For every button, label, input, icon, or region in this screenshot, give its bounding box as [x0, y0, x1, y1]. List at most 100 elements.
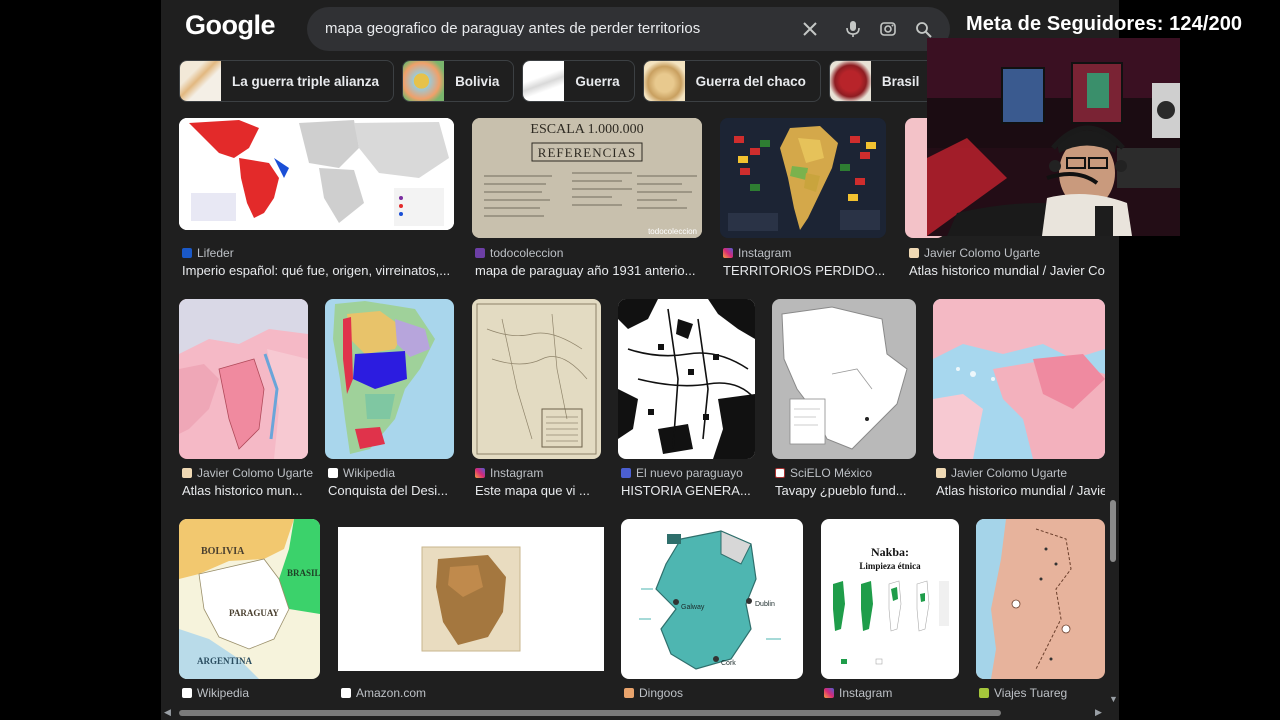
chip-label: Brasil: [881, 73, 920, 89]
instagram-favicon: [475, 468, 485, 478]
result-title[interactable]: TERRITORIOS PERDIDO...: [723, 263, 889, 278]
colomo-favicon: [909, 248, 919, 258]
chip-brasil[interactable]: Brasil: [828, 60, 935, 102]
lens-camera-icon[interactable]: [875, 16, 901, 42]
scrollbar-thumb[interactable]: [179, 710, 1001, 716]
result-title[interactable]: Este mapa que vi ...: [475, 483, 603, 498]
map-label-argentina: ARGENTINA: [197, 656, 253, 666]
result-image[interactable]: [472, 299, 601, 459]
source-label: El nuevo paraguayo: [636, 466, 743, 480]
source-label: SciELO México: [790, 466, 873, 480]
scrollbar-thumb[interactable]: [1110, 500, 1116, 562]
result-source[interactable]: Wikipedia: [328, 466, 395, 480]
result-title[interactable]: Atlas historico mundial / Javier Col: [909, 263, 1105, 278]
source-label: Wikipedia: [343, 466, 396, 480]
map-scale-text: ESCALA 1.000.000: [530, 122, 643, 137]
chip-triple-alianza[interactable]: La guerra triple alianza: [179, 60, 395, 102]
result-title[interactable]: Atlas historico mundial / Javie: [936, 483, 1105, 498]
chip-thumbnail: [643, 61, 685, 101]
clear-icon[interactable]: [797, 16, 823, 42]
result-image[interactable]: [933, 299, 1105, 459]
result-source[interactable]: Amazon.com: [341, 686, 426, 700]
google-logo[interactable]: Google: [185, 10, 276, 41]
chip-thumbnail: [523, 61, 565, 101]
instagram-favicon: [723, 248, 733, 258]
result-image[interactable]: [338, 527, 604, 671]
chip-label: Bolivia: [455, 73, 500, 89]
viajes-tuareg-favicon: [979, 688, 989, 698]
result-image[interactable]: [772, 299, 916, 459]
result-title[interactable]: Imperio español: qué fue, origen, virrei…: [182, 263, 457, 278]
screen: Google mapa geografico de paraguay antes…: [0, 0, 1280, 720]
chip-thumbnail: [829, 61, 871, 101]
result-source[interactable]: Wikipedia: [182, 686, 249, 700]
chip-label: Guerra del chaco: [695, 73, 806, 89]
result-source[interactable]: SciELO México: [775, 466, 872, 480]
result-image[interactable]: [179, 299, 308, 459]
search-input[interactable]: mapa geografico de paraguay antes de per…: [325, 20, 700, 37]
scroll-right-arrow-icon[interactable]: ▶: [1095, 707, 1102, 718]
result-title[interactable]: mapa de paraguay año 1931 anterio...: [475, 263, 703, 278]
horizontal-scrollbar[interactable]: ◀ ▶: [161, 706, 1107, 720]
source-label: Instagram: [839, 686, 893, 700]
result-source[interactable]: Instagram: [475, 466, 543, 480]
watermark-text: todocoleccion: [648, 227, 697, 236]
result-image[interactable]: [720, 118, 886, 238]
result-image[interactable]: BOLIVIA BRASIL PARAGUAY ARGENTINA: [179, 519, 320, 679]
wikipedia-favicon: [182, 688, 192, 698]
source-label: Viajes Tuareg: [994, 686, 1068, 700]
result-title[interactable]: Conquista del Desi...: [328, 483, 456, 498]
source-label: Dingoos: [639, 686, 684, 700]
nakba-title: Nakba:: [871, 545, 909, 559]
map-label-cork: Cork: [721, 660, 736, 667]
result-image[interactable]: ESCALA 1.000.000 REFERENCIAS todocolecci…: [472, 118, 702, 238]
chip-guerra[interactable]: Guerra: [522, 60, 635, 102]
result-image[interactable]: [618, 299, 755, 459]
result-title[interactable]: Atlas historico mun...: [182, 483, 310, 498]
source-label: Wikipedia: [197, 686, 250, 700]
result-source[interactable]: Dingoos: [624, 686, 683, 700]
dingoos-favicon: [624, 688, 634, 698]
result-source[interactable]: El nuevo paraguayo: [621, 466, 743, 480]
colomo-favicon: [936, 468, 946, 478]
result-source[interactable]: Instagram: [723, 246, 791, 260]
result-image[interactable]: Nakba: Limpieza étnica: [821, 519, 959, 679]
result-source[interactable]: Javier Colomo Ugarte: [182, 466, 313, 480]
follower-goal-text: Meta de Seguidores: 124/200: [966, 13, 1243, 35]
chip-guerra-del-chaco[interactable]: Guerra del chaco: [642, 60, 821, 102]
result-source[interactable]: Instagram: [824, 686, 892, 700]
result-source[interactable]: todocoleccion: [475, 246, 563, 260]
webcam-feed: [927, 38, 1180, 236]
result-source[interactable]: Javier Colomo Ugarte: [936, 466, 1067, 480]
instagram-favicon: [824, 688, 834, 698]
search-box[interactable]: mapa geografico de paraguay antes de per…: [307, 7, 950, 51]
result-image[interactable]: [325, 299, 454, 459]
source-label: Lifeder: [197, 246, 234, 260]
scroll-left-arrow-icon[interactable]: ◀: [164, 707, 171, 718]
related-chips: La guerra triple alianza Bolivia Guerra …: [179, 60, 997, 102]
scielo-favicon: [775, 468, 785, 478]
scroll-down-arrow-icon[interactable]: ▼: [1109, 694, 1118, 704]
result-source[interactable]: Viajes Tuareg: [979, 686, 1067, 700]
map-label-brasil: BRASIL: [287, 568, 320, 578]
colomo-favicon: [182, 468, 192, 478]
result-title[interactable]: HISTORIA GENERA...: [621, 483, 757, 498]
result-image[interactable]: [976, 519, 1105, 679]
map-label-dublin: Dublin: [755, 601, 775, 608]
result-source[interactable]: Javier Colomo Ugarte: [909, 246, 1040, 260]
amazon-favicon: [341, 688, 351, 698]
chip-thumbnail: [180, 61, 221, 101]
result-title[interactable]: Tavapy ¿pueblo fund...: [775, 483, 918, 498]
map-references-text: REFERENCIAS: [538, 145, 636, 160]
chip-thumbnail: [403, 61, 445, 101]
chip-bolivia[interactable]: Bolivia: [402, 60, 515, 102]
source-label: Amazon.com: [356, 686, 427, 700]
result-image[interactable]: Dublin Galway Cork: [621, 519, 803, 679]
chip-label: Guerra: [575, 73, 620, 89]
result-image[interactable]: [179, 118, 454, 230]
source-label: Instagram: [490, 466, 544, 480]
result-source[interactable]: Lifeder: [182, 246, 234, 260]
source-label: todocoleccion: [490, 246, 564, 260]
microphone-icon[interactable]: [840, 16, 866, 42]
todocoleccion-favicon: [475, 248, 485, 258]
